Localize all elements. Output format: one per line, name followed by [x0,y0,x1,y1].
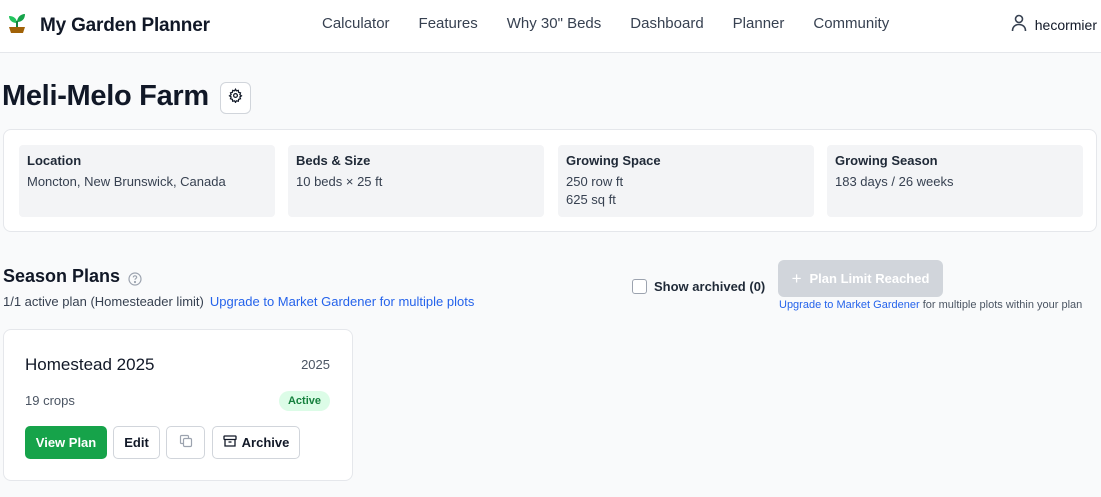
nav-calculator[interactable]: Calculator [322,15,390,32]
info-card-beds-size: Beds & Size 10 beds × 25 ft [288,145,544,217]
nav-planner[interactable]: Planner [733,15,785,32]
brand-logo-link[interactable]: My Garden Planner [6,11,210,40]
active-plan-count: 1/1 active plan (Homesteader limit) [3,294,204,309]
top-nav-bar: My Garden Planner Calculator Features Wh… [0,0,1101,53]
show-archived-label: Show archived (0) [654,279,766,294]
edit-plan-button[interactable]: Edit [113,426,160,459]
info-card-growing-season: Growing Season 183 days / 26 weeks [827,145,1083,217]
info-value: Moncton, New Brunswick, Canada [27,174,226,189]
nav-features[interactable]: Features [419,15,478,32]
main-nav: Calculator Features Why 30" Beds Dashboa… [322,15,918,32]
info-value: 10 beds × 25 ft [296,174,383,189]
season-plans-heading: Season Plans [3,266,121,286]
plan-card: Homestead 2025 2025 19 crops Active View… [3,329,353,481]
show-archived-checkbox[interactable] [632,279,647,294]
user-menu[interactable]: hecormier [1011,14,1097,35]
info-label: Growing Space [566,153,661,168]
status-badge: Active [278,391,330,411]
plan-name: Homestead 2025 [25,355,155,374]
plan-limit-label: Plan Limit Reached [809,271,930,286]
season-plans-title: Season Plans [3,266,142,287]
limit-note: Upgrade to Market Gardener for multiple … [779,299,1082,311]
plan-limit-button[interactable]: + Plan Limit Reached [778,260,943,297]
sprout-icon [6,11,28,40]
nav-community[interactable]: Community [813,15,889,32]
gear-icon [228,88,243,108]
upgrade-market-gardener-link[interactable]: Upgrade to Market Gardener [779,299,920,311]
duplicate-plan-button[interactable] [166,426,205,459]
archive-label: Archive [241,435,290,450]
info-card-location: Location Moncton, New Brunswick, Canada [19,145,275,217]
info-value: 183 days / 26 weeks [835,174,954,189]
upgrade-link[interactable]: Upgrade to Market Gardener for multiple … [210,294,474,309]
farm-info-panel: Location Moncton, New Brunswick, Canada … [3,129,1097,232]
nav-why-30-beds[interactable]: Why 30" Beds [507,15,602,32]
info-label: Location [27,153,82,168]
archive-icon [222,434,242,451]
archive-plan-button[interactable]: Archive [212,426,300,459]
brand-name: My Garden Planner [40,14,210,36]
username: hecormier [1034,16,1097,33]
farm-settings-button[interactable] [220,82,251,114]
user-icon [1011,14,1035,35]
plus-icon: + [791,269,802,288]
plan-limit-text: 1/1 active plan (Homesteader limit) Upgra… [3,294,474,309]
nav-dashboard[interactable]: Dashboard [630,15,703,32]
help-circle-icon[interactable] [128,270,142,286]
farm-title: Meli-Melo Farm [2,80,209,112]
info-value: 625 sq ft [566,192,616,207]
info-label: Growing Season [835,153,938,168]
info-card-growing-space: Growing Space 250 row ft 625 sq ft [558,145,814,217]
info-label: Beds & Size [296,153,371,168]
plan-year: 2025 [301,357,330,372]
copy-icon [179,434,193,451]
view-plan-button[interactable]: View Plan [25,426,107,459]
limit-note-text: for multiple plots within your plan [919,299,1083,311]
info-value: 250 row ft [566,174,624,189]
show-archived-toggle[interactable]: Show archived (0) [632,279,765,294]
plan-crop-count: 19 crops [25,393,75,408]
